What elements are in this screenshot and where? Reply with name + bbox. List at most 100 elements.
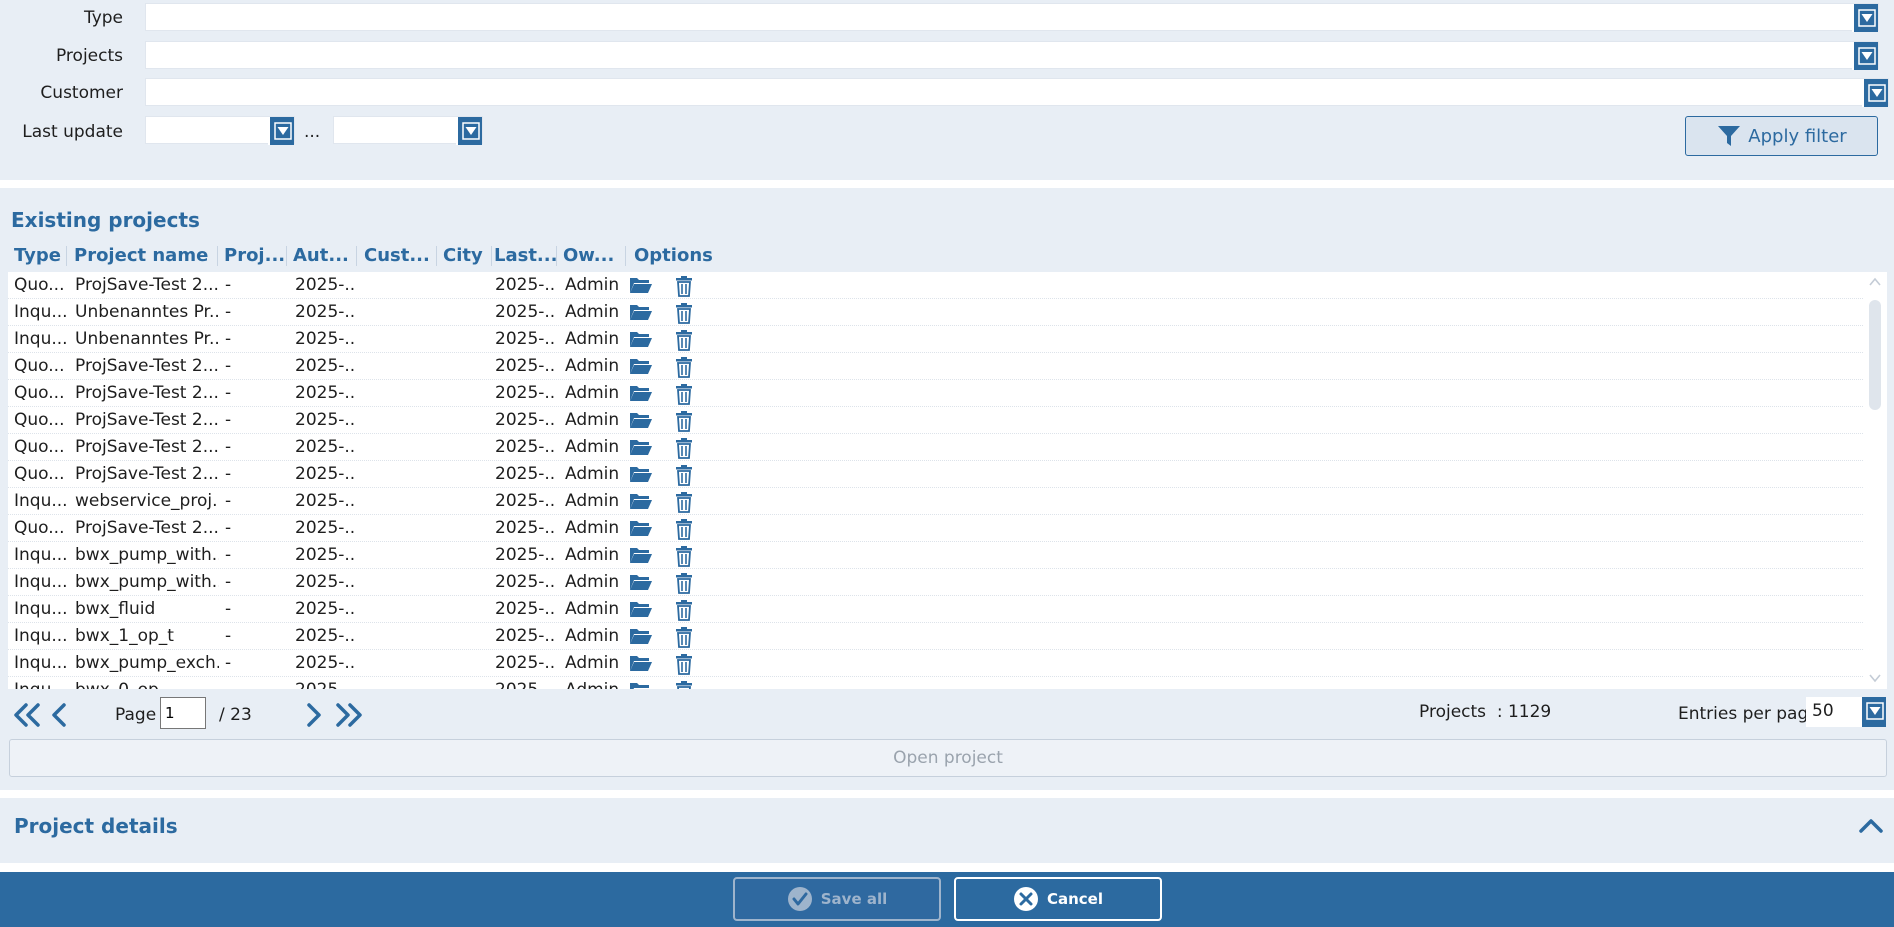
cell-author: 2025-... (295, 599, 355, 619)
type-dropdown-button[interactable] (1852, 4, 1878, 32)
table-row[interactable]: Inqu... webservice_proj... - 2025-... 2025-.… (8, 488, 1863, 515)
cell-project-name: ProjSave-Test 2... (75, 464, 219, 484)
date-from-picker-button[interactable] (268, 117, 294, 145)
folder-open-icon[interactable] (629, 518, 653, 543)
column-header-owner[interactable]: Ow... (563, 242, 623, 270)
table-row[interactable]: Quo... ProjSave-Test 2... - 2025-... 2025-..… (8, 515, 1863, 542)
last-page-icon[interactable] (334, 702, 364, 728)
page-number-input[interactable] (160, 697, 206, 729)
apply-filter-button[interactable]: Apply filter (1685, 116, 1878, 156)
folder-open-icon[interactable] (629, 599, 653, 624)
cell-owner: Admin (565, 572, 620, 592)
folder-open-icon[interactable] (629, 410, 653, 435)
cell-last-update: 2025-... (495, 329, 555, 349)
open-project-button[interactable]: Open project (9, 739, 1887, 777)
column-header-author[interactable]: Aut... (293, 242, 355, 270)
trash-icon[interactable] (674, 572, 694, 599)
next-page-icon[interactable] (305, 702, 323, 728)
table-row[interactable]: Inqu... bwx_1_op_t - 2025-... 2025-... Admin (8, 623, 1863, 650)
scroll-up-icon[interactable] (1868, 276, 1882, 288)
type-label: Type (83, 8, 123, 28)
cancel-button[interactable]: Cancel (954, 877, 1162, 921)
table-row[interactable]: Quo... ProjSave-Test 2... - 2025-... 2025-..… (8, 461, 1863, 488)
trash-icon[interactable] (674, 599, 694, 626)
cell-project-number: - (225, 329, 232, 349)
table-row[interactable]: Inqu...bwx_0_op-2025-...2025-...Admin (8, 677, 1863, 689)
table-row[interactable]: Quo... ProjSave-Test 2... - 2025-... 2025-..… (8, 407, 1863, 434)
folder-open-icon[interactable] (629, 464, 653, 489)
folder-open-icon[interactable] (629, 545, 653, 570)
cell-author: 2025-... (295, 302, 355, 322)
cell-project-name: bwx_pump_with... (75, 572, 219, 592)
folder-open-icon[interactable] (629, 329, 653, 354)
folder-open-icon[interactable] (629, 653, 653, 678)
trash-icon[interactable] (674, 356, 694, 383)
trash-icon[interactable] (674, 464, 694, 491)
trash-icon[interactable] (674, 410, 694, 437)
save-all-button[interactable]: Save all (733, 877, 941, 921)
cell-last-update: 2025-... (495, 302, 555, 322)
column-header-city[interactable]: City (443, 242, 493, 270)
table-row[interactable]: Inqu... Unbenanntes Pr... - 2025-... 2025-..… (8, 326, 1863, 353)
trash-icon[interactable] (674, 626, 694, 653)
table-row[interactable]: Quo... ProjSave-Test 2... - 2025-... 2025-..… (8, 434, 1863, 461)
type-select[interactable] (145, 3, 1879, 32)
column-header-type[interactable]: Type (14, 242, 64, 270)
folder-open-icon[interactable] (629, 680, 653, 689)
scroll-down-icon[interactable] (1868, 672, 1882, 684)
entries-per-page-select[interactable]: 50 (1806, 697, 1886, 727)
trash-icon[interactable] (674, 545, 694, 572)
trash-icon[interactable] (674, 680, 694, 689)
folder-open-icon[interactable] (629, 302, 653, 327)
date-from-input[interactable] (145, 116, 295, 145)
cell-type: Quo... (14, 437, 65, 457)
column-header-project-number[interactable]: Proj... (224, 242, 286, 270)
date-to-input[interactable] (333, 116, 483, 145)
table-scrollbar[interactable] (1863, 272, 1887, 689)
trash-icon[interactable] (674, 437, 694, 464)
trash-icon[interactable] (674, 329, 694, 356)
cell-project-number: - (225, 302, 232, 322)
cell-author: 2025-... (295, 518, 355, 538)
chevron-up-icon[interactable] (1858, 816, 1884, 836)
trash-icon[interactable] (674, 491, 694, 518)
customer-dropdown-button[interactable] (1862, 79, 1888, 107)
column-header-last-update[interactable]: Last... (494, 242, 556, 270)
trash-icon[interactable] (674, 302, 694, 329)
table-row[interactable]: Quo... ProjSave-Test 2... - 2025-... 2025-..… (8, 380, 1863, 407)
cell-project-name: bwx_pump_exch... (75, 653, 219, 673)
cell-project-name: Unbenanntes Pr... (75, 302, 219, 322)
projects-select[interactable] (145, 41, 1879, 70)
folder-open-icon[interactable] (629, 626, 653, 651)
cell-customer (365, 407, 435, 434)
trash-icon[interactable] (674, 518, 694, 545)
table-row[interactable]: Inqu... bwx_pump_with... - 2025-... 2025-...… (8, 569, 1863, 596)
entries-dropdown-button[interactable] (1860, 697, 1886, 727)
customer-select[interactable] (145, 78, 1889, 107)
column-header-customer[interactable]: Cust... (364, 242, 434, 270)
previous-page-icon[interactable] (50, 702, 68, 728)
projects-count: Projects : 1129 (1419, 702, 1552, 722)
cell-project-name: Unbenanntes Pr... (75, 329, 219, 349)
table-row[interactable]: Inqu... bwx_fluid - 2025-... 2025-... Admin (8, 596, 1863, 623)
folder-open-icon[interactable] (629, 356, 653, 381)
column-header-project-name[interactable]: Project name (74, 242, 224, 270)
folder-open-icon[interactable] (629, 572, 653, 597)
table-row[interactable]: Inqu... bwx_pump_with... - 2025-... 2025-...… (8, 542, 1863, 569)
table-row[interactable]: Inqu... bwx_pump_exch... - 2025-... 2025-...… (8, 650, 1863, 677)
projects-dropdown-button[interactable] (1852, 42, 1878, 70)
table-row[interactable]: Quo... ProjSave-Test 2... - 2025-... 2025-..… (8, 272, 1863, 299)
date-to-picker-button[interactable] (456, 117, 482, 145)
scrollbar-thumb[interactable] (1869, 300, 1881, 410)
folder-open-icon[interactable] (629, 275, 653, 300)
trash-icon[interactable] (674, 383, 694, 410)
table-row[interactable]: Inqu... Unbenanntes Pr... - 2025-... 2025-..… (8, 299, 1863, 326)
cell-last-update: 2025-... (495, 356, 555, 376)
first-page-icon[interactable] (12, 702, 42, 728)
trash-icon[interactable] (674, 275, 694, 302)
folder-open-icon[interactable] (629, 383, 653, 408)
folder-open-icon[interactable] (629, 437, 653, 462)
table-row[interactable]: Quo... ProjSave-Test 2... - 2025-... 2025-..… (8, 353, 1863, 380)
folder-open-icon[interactable] (629, 491, 653, 516)
trash-icon[interactable] (674, 653, 694, 680)
